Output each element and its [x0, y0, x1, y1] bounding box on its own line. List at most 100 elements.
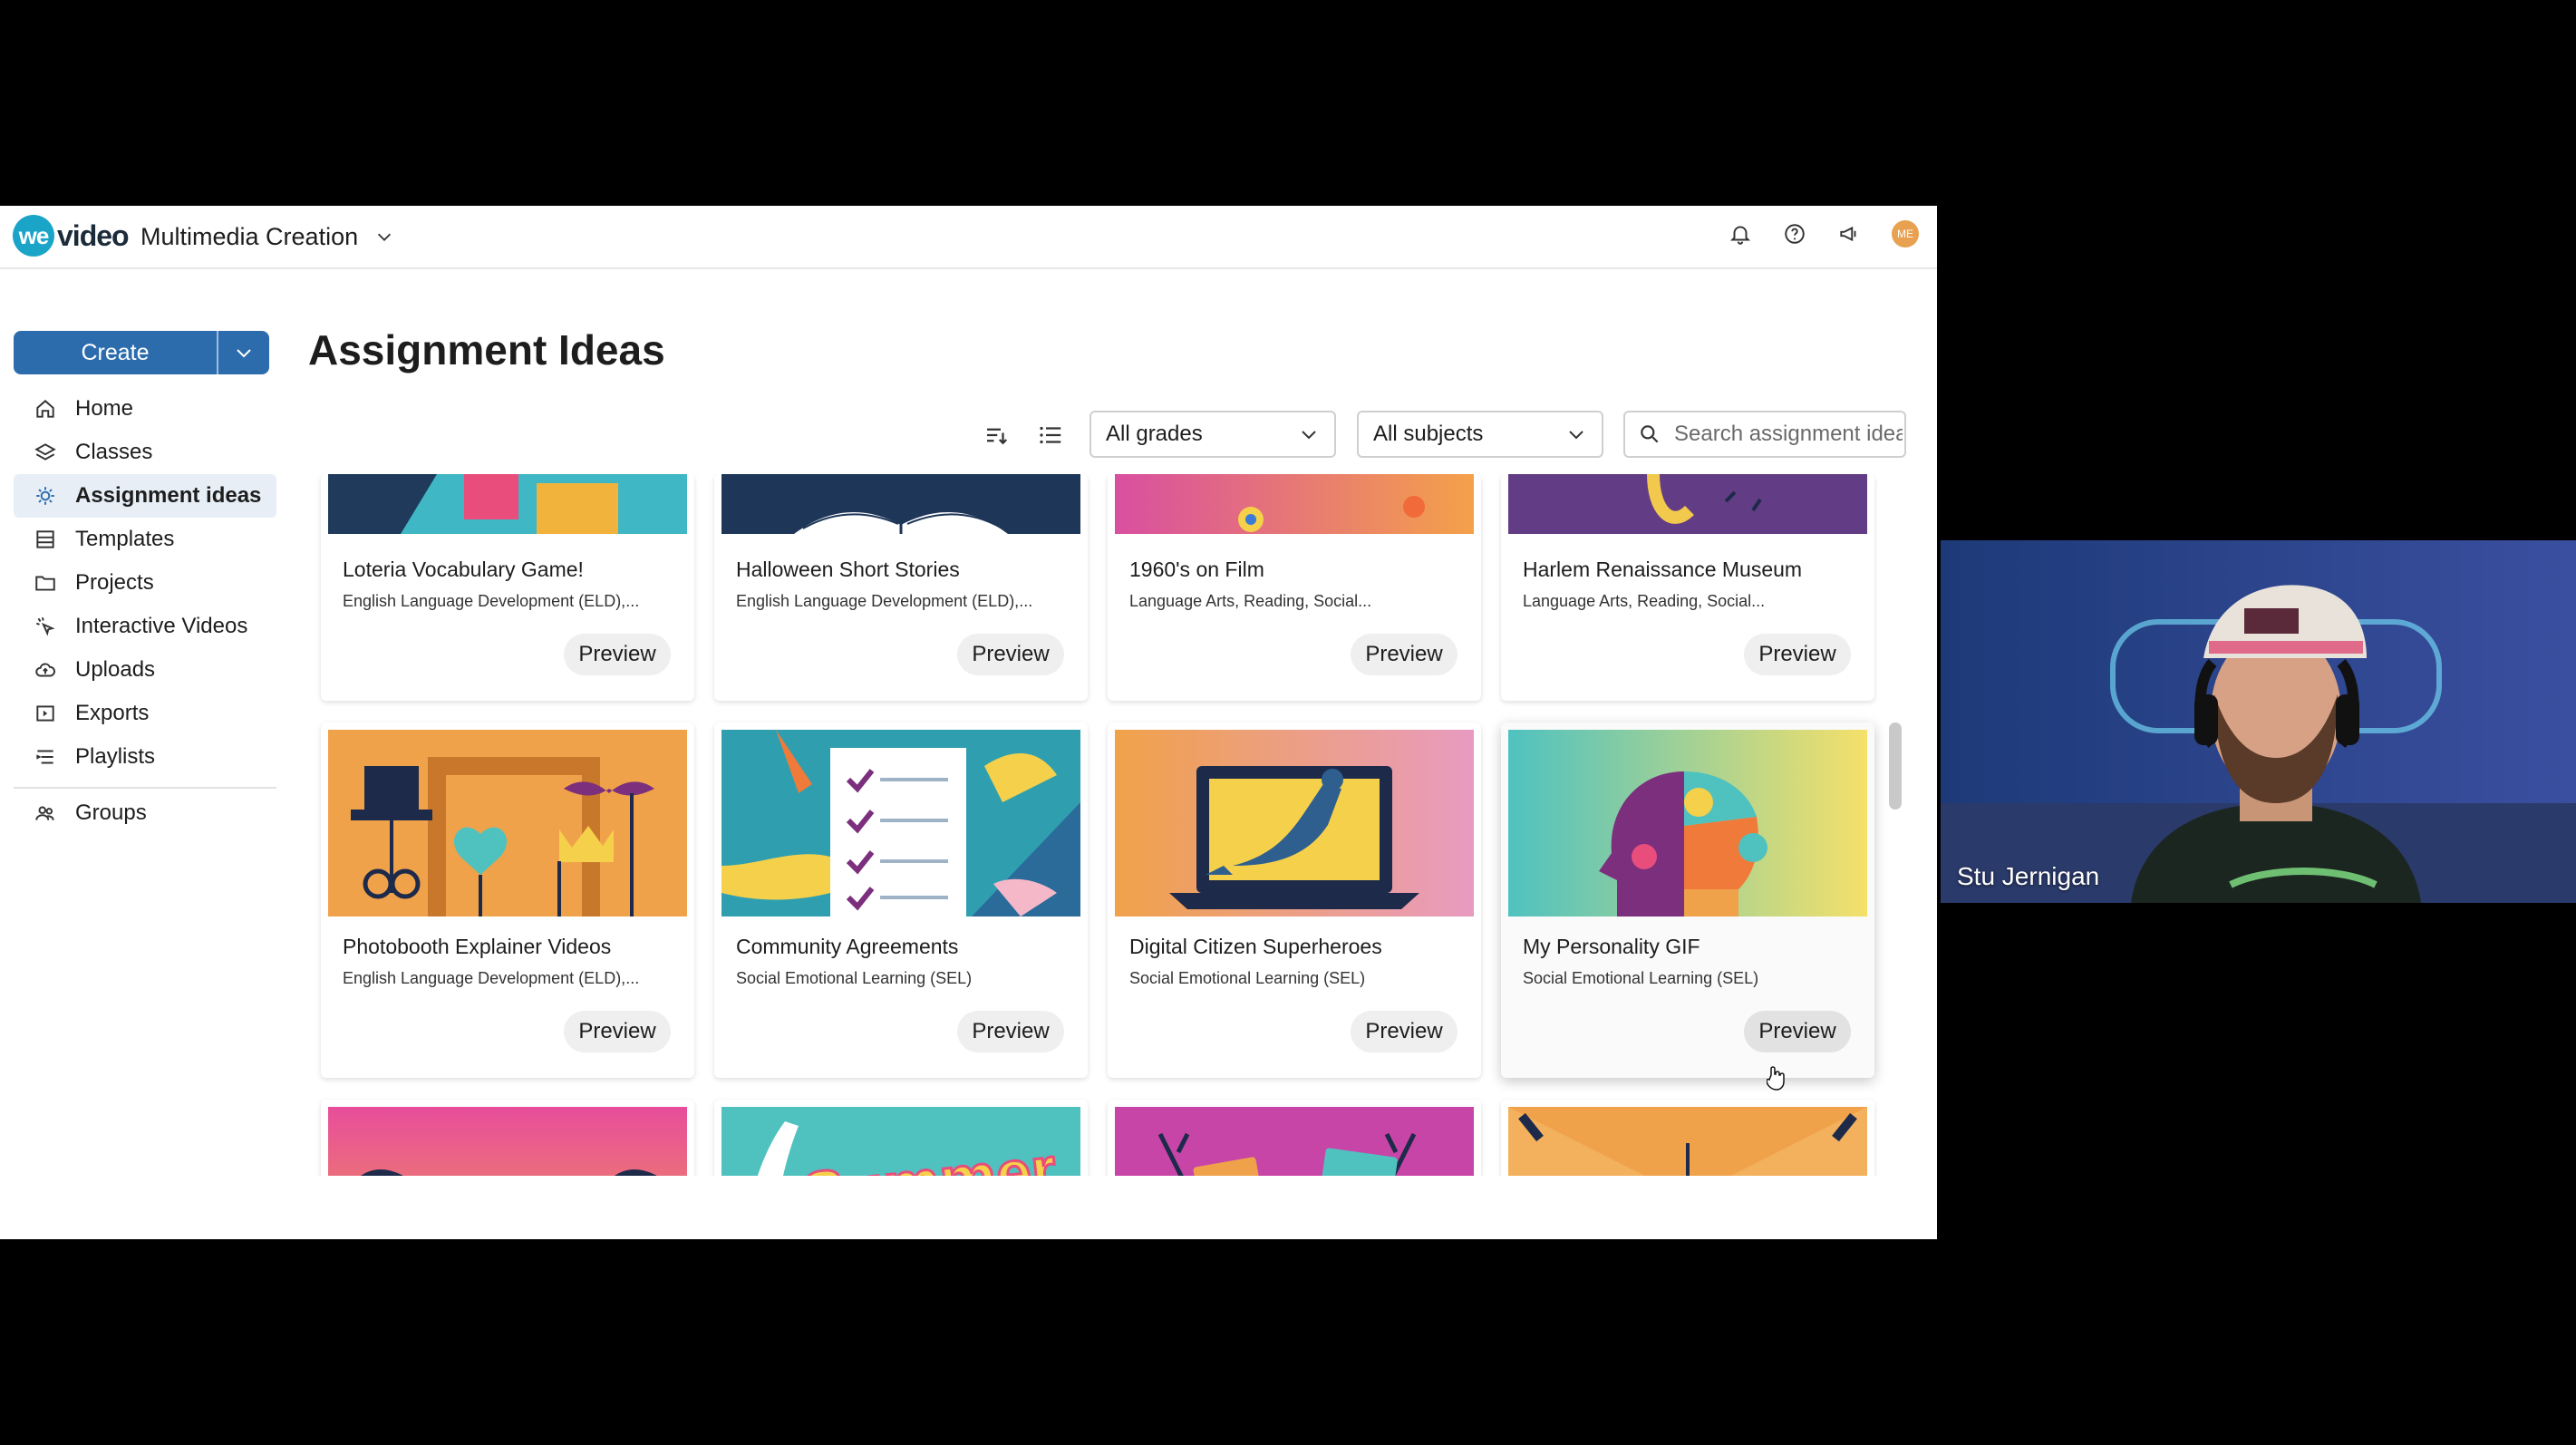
card-thumbnail	[1508, 474, 1867, 534]
search-input[interactable]	[1672, 421, 1904, 448]
card-thumbnail	[328, 474, 687, 534]
card-subject: English Language Development (ELD),...	[343, 969, 640, 987]
preview-button[interactable]: Preview	[1351, 1011, 1457, 1052]
mouse-cursor-icon	[1767, 1066, 1785, 1091]
card-thumbnail	[1508, 1107, 1867, 1176]
sidebar-item-label: Home	[75, 396, 134, 421]
card-subject: Social Emotional Learning (SEL)	[1129, 969, 1366, 987]
sidebar: Create Home Classes Assignment ideas Tem…	[0, 269, 290, 1239]
grades-select-value: All grades	[1106, 422, 1203, 446]
grades-select[interactable]: All grades	[1089, 411, 1336, 458]
sidebar-item-label: Interactive Videos	[75, 614, 248, 638]
sidebar-nav: Home Classes Assignment ideas Templates …	[14, 387, 276, 835]
assignment-card[interactable]: Harlem Renaissance Museum Language Arts,…	[1501, 474, 1874, 701]
workspace-switcher[interactable]: Multimedia Creation	[140, 218, 394, 255]
card-thumbnail	[721, 474, 1080, 534]
preview-button[interactable]: Preview	[957, 634, 1064, 675]
assignment-card[interactable]: Halloween Short Stories English Language…	[714, 474, 1088, 701]
logo-mark: we	[13, 215, 54, 257]
main-content: Assignment Ideas All grades All subjects	[308, 269, 1937, 1239]
webcam-video	[1941, 540, 2576, 903]
templates-icon	[36, 530, 54, 548]
assignment-grid: Loteria Vocabulary Game! English Languag…	[308, 474, 1913, 1176]
workspace-name: Multimedia Creation	[140, 222, 359, 250]
list-view-icon[interactable]	[1037, 422, 1064, 449]
assignment-card[interactable]: Summer	[714, 1100, 1088, 1176]
subjects-select[interactable]: All subjects	[1357, 411, 1603, 458]
wevideo-logo[interactable]: we video	[13, 213, 130, 258]
card-subject: English Language Development (ELD),...	[736, 592, 1033, 610]
page-title: Assignment Ideas	[308, 326, 665, 373]
card-subject: Language Arts, Reading, Social...	[1129, 592, 1372, 610]
card-title: My Personality GIF	[1523, 935, 1700, 958]
card-title: Community Agreements	[736, 935, 959, 958]
card-thumbnail	[721, 730, 1080, 916]
sidebar-item-templates[interactable]: Templates	[14, 518, 276, 561]
card-thumbnail	[328, 1107, 687, 1176]
sidebar-item-label: Projects	[75, 570, 154, 595]
sidebar-item-projects[interactable]: Projects	[14, 561, 276, 605]
chevron-down-icon	[1569, 431, 1583, 440]
card-thumbnail: Summer	[721, 1107, 1080, 1176]
create-dropdown-button[interactable]	[217, 331, 269, 374]
sidebar-item-playlists[interactable]: Playlists	[14, 735, 276, 779]
megaphone-icon[interactable]	[1837, 222, 1861, 246]
assignment-card[interactable]	[1108, 1100, 1481, 1176]
assignment-card[interactable]: Photobooth Explainer Videos English Lang…	[321, 722, 694, 1078]
logo-wordmark: video	[57, 218, 130, 252]
sidebar-item-home[interactable]: Home	[14, 387, 276, 431]
assignment-card[interactable]	[321, 1100, 694, 1176]
sidebar-item-exports[interactable]: Exports	[14, 692, 276, 735]
card-thumbnail	[1115, 730, 1474, 916]
assignment-card[interactable]: Digital Citizen Superheroes Social Emoti…	[1108, 722, 1481, 1078]
card-thumbnail	[1115, 1107, 1474, 1176]
sidebar-item-label: Templates	[75, 527, 175, 551]
card-subject: Language Arts, Reading, Social...	[1523, 592, 1766, 610]
assignment-card[interactable]: My Personality GIF Social Emotional Lear…	[1501, 722, 1874, 1078]
assignment-card[interactable]: Community Agreements Social Emotional Le…	[714, 722, 1088, 1078]
preview-button[interactable]: Preview	[564, 1011, 671, 1052]
assignment-card[interactable]	[1501, 1100, 1874, 1176]
preview-button[interactable]: Preview	[1744, 1011, 1851, 1052]
sort-icon[interactable]	[983, 422, 1010, 449]
card-title: Digital Citizen Superheroes	[1129, 935, 1382, 958]
help-icon[interactable]	[1783, 222, 1806, 246]
sidebar-item-label: Groups	[75, 800, 147, 825]
card-title: 1960's on Film	[1129, 558, 1264, 581]
chevron-down-icon	[378, 233, 392, 241]
sidebar-item-label: Exports	[75, 701, 150, 725]
preview-button[interactable]: Preview	[1744, 634, 1851, 675]
top-icons: ME	[1729, 220, 1919, 247]
preview-button[interactable]: Preview	[957, 1011, 1064, 1052]
top-bar: we video Multimedia Creation ME	[0, 206, 1937, 269]
lightbulb-icon	[36, 487, 54, 505]
card-title: Loteria Vocabulary Game!	[343, 558, 584, 581]
subjects-select-value: All subjects	[1373, 422, 1484, 446]
layers-icon	[34, 443, 56, 461]
create-button[interactable]: Create	[14, 331, 217, 374]
folder-icon	[35, 576, 55, 591]
card-subject: Social Emotional Learning (SEL)	[1523, 969, 1759, 987]
search-box	[1623, 411, 1906, 458]
scrollbar-thumb[interactable]	[1889, 722, 1902, 810]
card-title: Photobooth Explainer Videos	[343, 935, 612, 958]
export-icon	[36, 705, 54, 722]
sidebar-item-uploads[interactable]: Uploads	[14, 648, 276, 692]
chevron-down-icon	[237, 349, 251, 358]
create-button-group: Create	[14, 331, 269, 374]
assignment-card[interactable]: Loteria Vocabulary Game! English Languag…	[321, 474, 694, 701]
bell-icon[interactable]	[1729, 222, 1752, 246]
assignment-card[interactable]: 1960's on Film Language Arts, Reading, S…	[1108, 474, 1481, 701]
sidebar-divider	[14, 787, 276, 789]
sidebar-item-label: Classes	[75, 440, 153, 464]
chevron-down-icon	[1302, 431, 1316, 440]
avatar[interactable]: ME	[1892, 220, 1919, 247]
sidebar-item-groups[interactable]: Groups	[14, 791, 276, 835]
search-icon	[1641, 425, 1659, 443]
interactive-icon	[35, 616, 55, 636]
sidebar-item-assignment-ideas[interactable]: Assignment ideas	[14, 474, 276, 518]
sidebar-item-interactive-videos[interactable]: Interactive Videos	[14, 605, 276, 648]
preview-button[interactable]: Preview	[1351, 634, 1457, 675]
preview-button[interactable]: Preview	[564, 634, 671, 675]
sidebar-item-classes[interactable]: Classes	[14, 431, 276, 474]
